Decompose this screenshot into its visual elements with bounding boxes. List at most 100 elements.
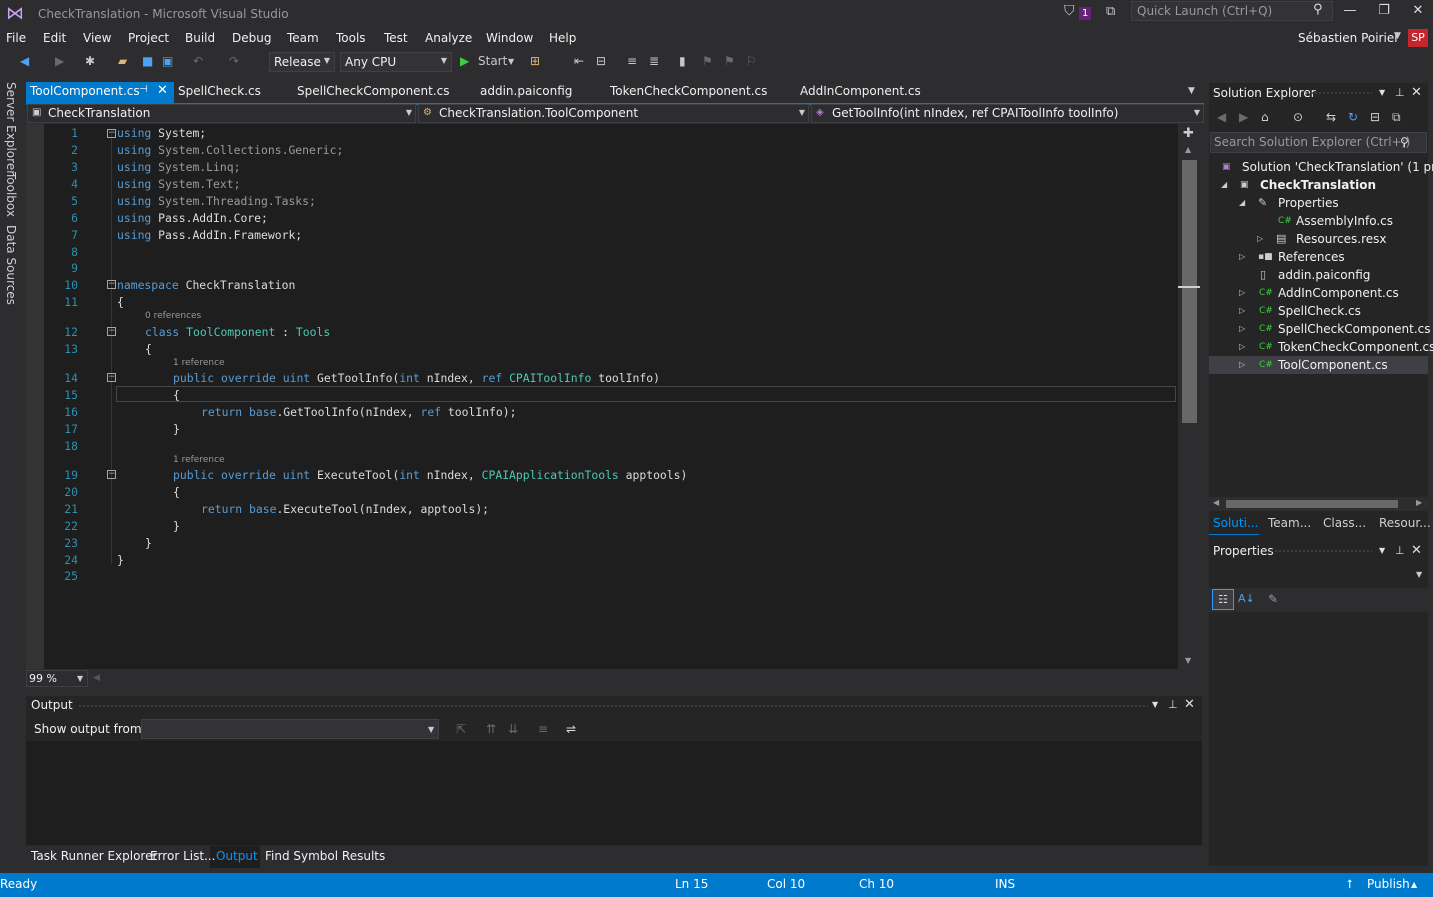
back-icon[interactable]: ◀ (1217, 110, 1226, 124)
uncomment-lines-icon[interactable]: ≣ (649, 54, 659, 68)
collapsed-arrow-icon[interactable]: ▷ (1239, 320, 1245, 338)
tree-item-tokencheckcomponent[interactable]: TokenCheckComponent.cs (1278, 338, 1433, 356)
clear-all-icon[interactable]: ≡ (538, 722, 548, 736)
tab-output[interactable]: Output (216, 849, 258, 863)
tab-addincomponent[interactable]: AddInComponent.cs (800, 84, 921, 98)
collapse-icon[interactable]: − (107, 129, 116, 138)
pin-icon[interactable]: ⊣ (139, 84, 148, 95)
chevron-down-icon[interactable]: ▼ (77, 674, 83, 683)
wrench-icon[interactable]: ✎ (1268, 592, 1278, 606)
scroll-up-icon[interactable]: ▲ (1185, 145, 1191, 154)
collapsed-arrow-icon[interactable]: ▷ (1257, 230, 1263, 248)
menu-tools[interactable]: Tools (336, 31, 366, 45)
output-text-area[interactable] (26, 741, 1202, 845)
save-icon[interactable]: ■ (142, 54, 153, 68)
tree-item-spellcheckcomponent[interactable]: SpellCheckComponent.cs (1278, 320, 1431, 338)
tree-item-solution[interactable]: Solution 'CheckTranslation' (1 proje (1242, 158, 1433, 176)
navigate-forward-icon[interactable]: ▶ (55, 54, 64, 68)
scrollbar-thumb[interactable] (1182, 160, 1197, 423)
collapsed-arrow-icon[interactable]: ▷ (1239, 356, 1245, 374)
chevron-down-icon[interactable]: ▼ (1416, 570, 1422, 579)
tree-item-assemblyinfo[interactable]: AssemblyInfo.cs (1296, 212, 1393, 230)
member-navigation-select[interactable]: ◈ GetToolInfo(int nIndex, ref CPAIToolIn… (811, 104, 1204, 123)
previous-bookmark-icon[interactable]: ⚑ (702, 54, 713, 68)
find-in-files-icon[interactable]: ⊞ (530, 54, 540, 68)
expanded-arrow-icon[interactable]: ◢ (1239, 194, 1245, 212)
redo-icon[interactable]: ↷ (229, 54, 239, 68)
collapse-icon[interactable]: − (107, 373, 116, 382)
menu-debug[interactable]: Debug (232, 31, 271, 45)
project-navigation-select[interactable]: ▣ CheckTranslation ▼ (27, 104, 416, 123)
quick-launch-input[interactable]: Quick Launch (Ctrl+Q) (1131, 1, 1333, 21)
indicator-margin[interactable] (26, 124, 44, 669)
collapsed-arrow-icon[interactable]: ▷ (1239, 248, 1245, 266)
step-over-icon[interactable]: ⊟ (596, 54, 606, 68)
start-play-icon[interactable]: ▶ (460, 54, 469, 68)
chevron-up-icon[interactable]: ▲ (1411, 880, 1417, 889)
split-window-icon[interactable]: ✚ (1183, 126, 1194, 141)
tab-error-list[interactable]: Error List... (150, 849, 215, 863)
server-explorer-tab[interactable]: Server Explorer (4, 82, 18, 175)
close-icon[interactable]: ✕ (157, 83, 168, 98)
close-icon[interactable]: ✕ (1411, 85, 1422, 100)
clear-bookmarks-icon[interactable]: ⚐ (746, 54, 757, 68)
data-sources-tab[interactable]: Data Sources (4, 225, 18, 305)
expanded-arrow-icon[interactable]: ◢ (1221, 176, 1227, 194)
tab-spellcheckcomponent[interactable]: SpellCheckComponent.cs (297, 84, 450, 98)
scroll-left-icon[interactable]: ◀ (93, 673, 100, 683)
solution-explorer-search-input[interactable]: Search Solution Explorer (Ctrl+;) (1210, 132, 1427, 153)
start-button[interactable]: Start (478, 54, 507, 68)
menu-view[interactable]: View (83, 31, 111, 45)
close-icon[interactable]: ✕ (1184, 697, 1195, 712)
chevron-down-icon[interactable]: ▼ (428, 725, 434, 734)
collapse-all-icon[interactable]: ⊟ (1370, 110, 1380, 124)
collapsed-arrow-icon[interactable]: ▷ (1239, 302, 1245, 320)
show-all-files-icon[interactable]: ⧉ (1392, 110, 1401, 125)
menu-build[interactable]: Build (185, 31, 215, 45)
user-account-name[interactable]: Sébastien Poirier (1298, 31, 1399, 45)
tab-resource-view[interactable]: Resour... (1379, 516, 1431, 530)
bookmark-icon[interactable]: ▮ (679, 54, 686, 68)
tab-class-view[interactable]: Class... (1323, 516, 1366, 530)
pending-changes-filter-icon[interactable]: ⊙ (1293, 110, 1303, 124)
title-grip[interactable] (78, 704, 1148, 708)
tab-team-explorer[interactable]: Team... (1268, 516, 1311, 530)
tree-item-project[interactable]: CheckTranslation (1260, 176, 1376, 194)
search-icon[interactable]: ⚲ (1400, 135, 1409, 149)
chevron-down-icon[interactable]: ▼ (508, 57, 514, 66)
solution-configuration-select[interactable]: Release ▼ (269, 52, 335, 72)
alphabetical-sort-icon[interactable]: A↓ (1238, 592, 1255, 605)
tree-item-addincomponent[interactable]: AddInComponent.cs (1278, 284, 1399, 302)
chevron-down-icon[interactable]: ▼ (1394, 31, 1401, 41)
new-project-icon[interactable]: ✱ (85, 54, 95, 68)
restore-button[interactable]: ❐ (1373, 3, 1395, 21)
tree-item-properties[interactable]: Properties (1278, 194, 1339, 212)
scroll-right-icon[interactable]: ▶ (1416, 498, 1422, 507)
minimize-button[interactable]: — (1339, 3, 1361, 21)
save-all-icon[interactable]: ▣ (162, 54, 173, 68)
tab-addin-paiconfig[interactable]: addin.paiconfig (480, 84, 572, 98)
menu-window[interactable]: Window (486, 31, 533, 45)
close-icon[interactable]: ✕ (1411, 543, 1422, 558)
tab-task-runner-explorer[interactable]: Task Runner Explorer (31, 849, 157, 863)
categorized-icon[interactable]: ☷ (1212, 589, 1234, 610)
chevron-down-icon[interactable]: ▼ (1379, 88, 1385, 97)
comment-lines-icon[interactable]: ≡ (627, 54, 637, 68)
collapse-icon[interactable]: − (107, 470, 116, 479)
scroll-left-icon[interactable]: ◀ (1213, 498, 1219, 507)
menu-analyze[interactable]: Analyze (425, 31, 472, 45)
pin-icon[interactable]: ⊥ (1395, 544, 1405, 557)
codelens-references[interactable]: 0 references (145, 311, 201, 321)
tab-label[interactable]: ToolComponent.cs (30, 84, 140, 98)
menu-team[interactable]: Team (287, 31, 319, 45)
notification-count-badge[interactable]: 1 (1079, 7, 1092, 20)
collapsed-arrow-icon[interactable]: ▷ (1239, 284, 1245, 302)
tree-item-addin-paiconfig[interactable]: addin.paiconfig (1278, 266, 1370, 284)
tab-tokencheckcomponent[interactable]: TokenCheckComponent.cs (610, 84, 767, 98)
title-grip[interactable] (1306, 91, 1372, 95)
menu-help[interactable]: Help (549, 31, 576, 45)
collapse-icon[interactable]: − (107, 327, 116, 336)
step-into-icon[interactable]: ⇤ (574, 54, 584, 68)
search-icon[interactable]: ⚲ (1313, 2, 1323, 17)
tab-spellcheck[interactable]: SpellCheck.cs (178, 84, 261, 98)
